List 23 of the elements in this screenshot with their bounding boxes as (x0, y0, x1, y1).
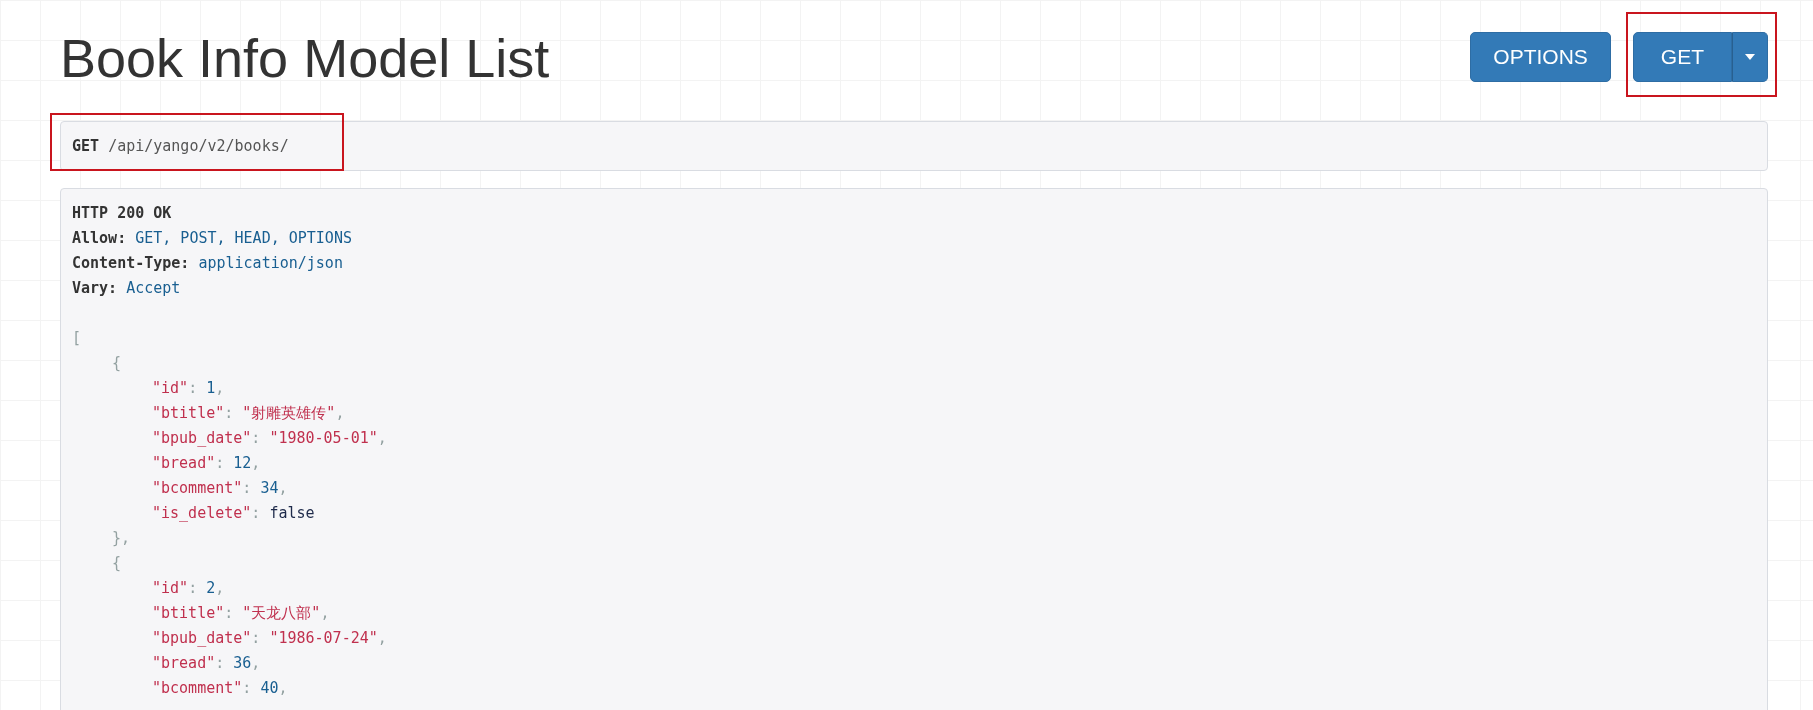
header-line: Vary: Accept (72, 278, 181, 299)
code-line: }, (112, 528, 131, 549)
code-line: "is_delete": false (152, 503, 315, 524)
code-line: "bpub_date": "1980-05-01", (152, 428, 387, 449)
code-line: [ (72, 328, 82, 349)
code-line: { (112, 353, 122, 374)
header-line: Content-Type: application/json (72, 253, 343, 274)
get-button[interactable]: GET (1632, 32, 1732, 82)
code-line: "bread": 36, (152, 653, 261, 674)
code-line: "bpub_date": "1986-07-24", (152, 628, 387, 649)
code-line: "bcomment": 34, (152, 478, 288, 499)
code-line: "bread": 12, (152, 453, 261, 474)
request-line: GET /api/yango/v2/books/ (72, 135, 289, 157)
code-line: { (112, 553, 122, 574)
code-line: "id": 2, (152, 578, 225, 599)
page-title: Book Info Model List (60, 27, 550, 90)
code-line: "btitle": "天龙八部", (152, 603, 330, 624)
code-line: "bcomment": 40, (152, 678, 288, 699)
code-line: "id": 1, (152, 378, 225, 399)
code-line: "btitle": "射雕英雄传", (152, 403, 345, 424)
status-line: HTTP 200 OK (72, 203, 172, 224)
options-button[interactable]: OPTIONS (1470, 32, 1611, 82)
header-line: Allow: GET, POST, HEAD, OPTIONS (72, 228, 352, 249)
